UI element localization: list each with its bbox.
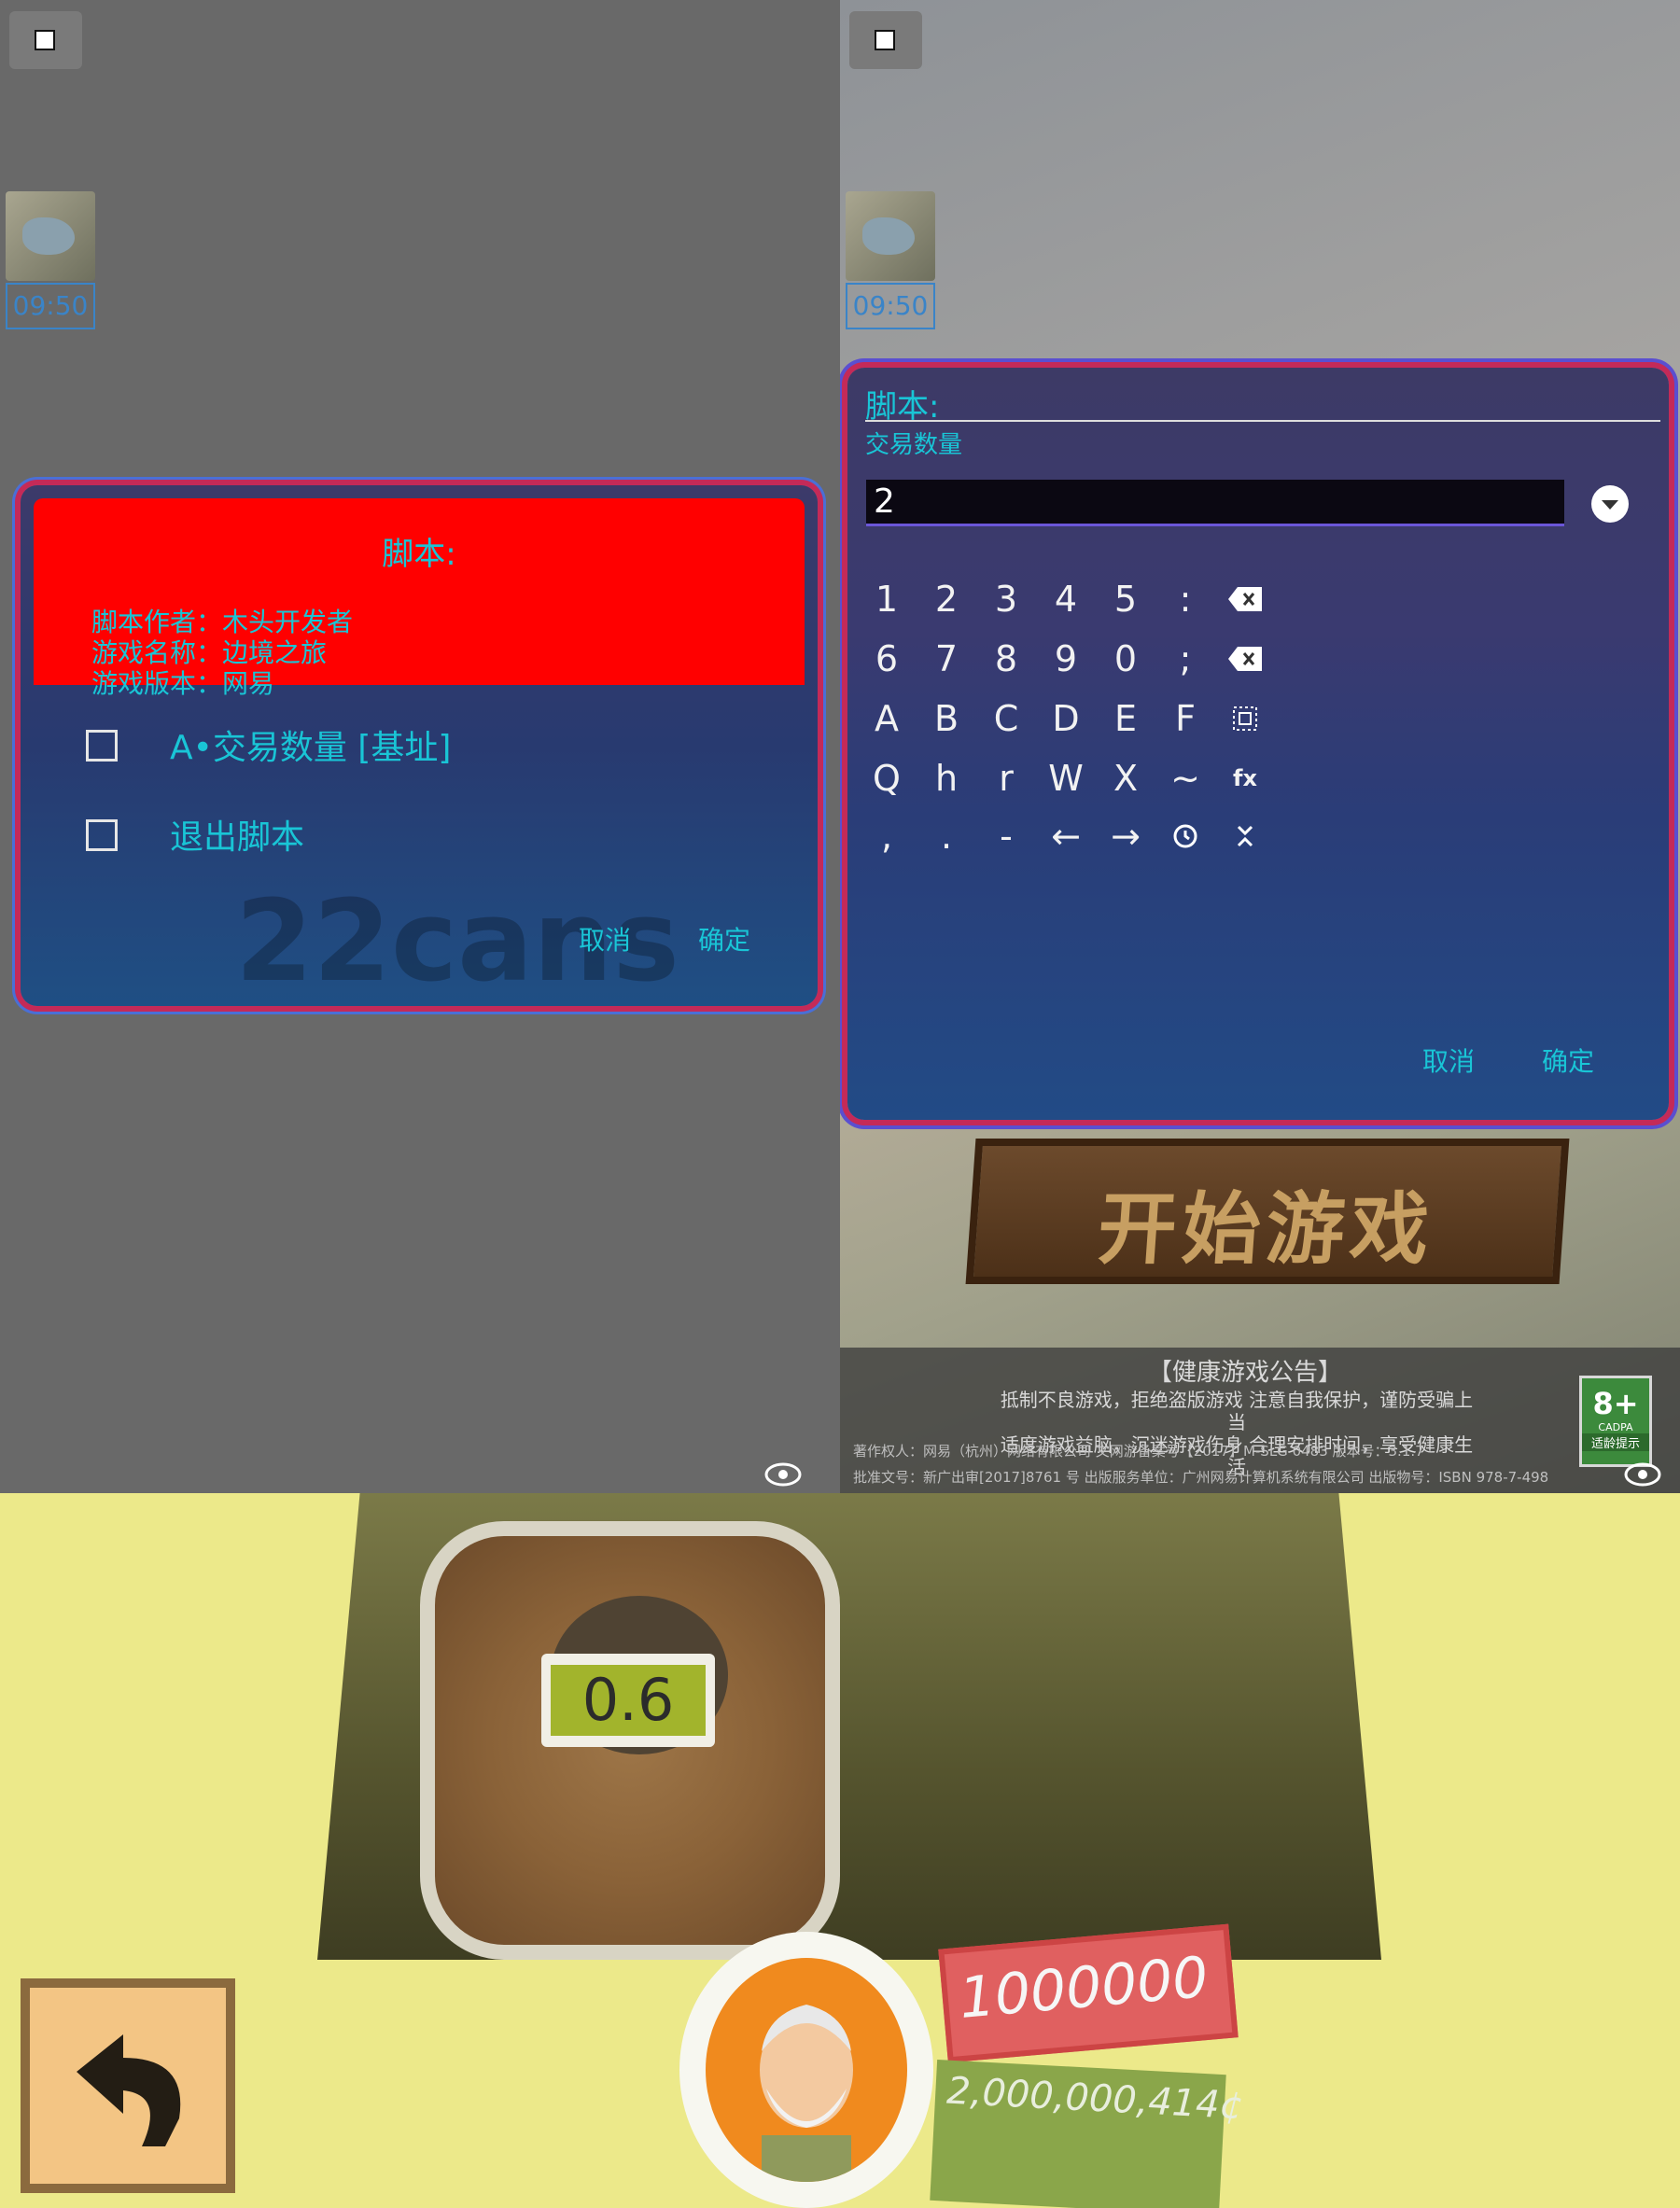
key-4[interactable]: 4 [1038,571,1094,627]
eye-icon[interactable] [764,1462,802,1487]
coin-value: 1000000 [956,1944,1211,2032]
field-label: 交易数量 [865,431,963,459]
age-caption: 适龄提示 [1582,1433,1649,1451]
key-5[interactable]: 5 [1098,571,1154,627]
price-value: 0.6 [551,1665,706,1736]
backspace-icon[interactable] [1217,571,1273,627]
key-C[interactable]: C [978,691,1034,747]
option-exit-script[interactable]: 退出脚本 [170,810,304,859]
age-rating-badge: 8+ CADPA 适龄提示 [1579,1376,1652,1467]
dialog-title: 脚本: [382,536,456,573]
dialog-header: 脚本: 脚本作者：木头开发者 游戏名称：边境之旅 游戏版本：网易 [34,498,805,699]
cancel-button[interactable]: 取消 [1422,1041,1475,1079]
key-7[interactable]: 7 [918,631,974,687]
key-X[interactable]: X [1098,750,1154,806]
key-;[interactable]: ; [1157,631,1213,687]
quantity-input[interactable] [866,480,1564,526]
gold-balance: 2,000,000,414¢ [930,2059,1244,2208]
option-trade-quantity[interactable]: A•交易数量 [基址] [170,720,451,769]
right-screen: 09:50 开始游戏 【健康游戏公告】 抵制不良游戏，拒绝盗版游戏 注意自我保护… [840,0,1680,1493]
key-.[interactable]: . [918,808,974,864]
key-D[interactable]: D [1038,691,1094,747]
notice-copyright: 著作权人：网易（杭州）网络有限公司 文网游备案号【2017】M-SLG 0483… [853,1443,1424,1460]
key-9[interactable]: 9 [1038,631,1094,687]
history-icon[interactable] [1157,808,1213,864]
age-org: CADPA [1598,1421,1633,1433]
start-game-banner[interactable]: 开始游戏 [965,1139,1570,1284]
time-label: 09:50 [6,283,95,329]
notice-title: 【健康游戏公告】 [1148,1359,1343,1387]
key-,[interactable]: , [859,808,915,864]
collapse-keyboard-icon[interactable] [1217,808,1273,864]
checkbox-trade-quantity[interactable] [86,730,118,762]
key-A[interactable]: A [859,691,915,747]
key-fx[interactable]: fx [1217,750,1273,806]
key-Q[interactable]: Q [859,750,915,806]
confirm-button[interactable]: 确定 [1542,1041,1594,1079]
script-input-dialog: 脚本: 交易数量 12345:67890;ABCDEFQhrWX~fx,.-←→… [847,368,1669,1120]
select-all-icon[interactable] [1217,691,1273,747]
key-8[interactable]: 8 [978,631,1034,687]
age-rating: 8+ [1592,1386,1639,1421]
time-label: 09:50 [846,283,935,329]
dropdown-icon[interactable] [1591,485,1629,523]
gold-value: 2,000,000,414¢ [945,2069,1245,2129]
info-game-name: 游戏名称：边境之旅 [91,637,328,668]
key-h[interactable]: h [918,750,974,806]
key-3[interactable]: 3 [978,571,1034,627]
start-game-label: 开始游戏 [1095,1183,1438,1275]
key-:[interactable]: : [1157,571,1213,627]
left-screen: 09:50 22cans 脚本: 脚本作者：木头开发者 游戏名称：边境之旅 游戏… [0,0,840,1493]
key-6[interactable]: 6 [859,631,915,687]
key-→[interactable]: → [1098,808,1154,864]
notice-body: 抵制不良游戏，拒绝盗版游戏 注意自我保护，谨防受骗上当 适度游戏益脑，沉迷游戏伤… [994,1389,1479,1478]
cancel-button[interactable]: 取消 [579,920,631,957]
key-←[interactable]: ← [1038,808,1094,864]
confirm-button[interactable]: 确定 [698,920,750,957]
key-r[interactable]: r [978,750,1034,806]
health-notice: 【健康游戏公告】 抵制不良游戏，拒绝盗版游戏 注意自我保护，谨防受骗上当 适度游… [840,1348,1680,1493]
clear-icon[interactable] [1217,631,1273,687]
notice-line-1: 抵制不良游戏，拒绝盗版游戏 注意自我保护，谨防受骗上当 [1000,1389,1474,1433]
eye-icon[interactable] [1624,1462,1661,1487]
back-arrow-icon [77,2034,181,2146]
player-avatar[interactable] [679,1932,933,2208]
key-2[interactable]: 2 [918,571,974,627]
key-1[interactable]: 1 [859,571,915,627]
key--[interactable]: - [978,808,1034,864]
key-B[interactable]: B [918,691,974,747]
price-tag: 0.6 [541,1654,715,1747]
key-W[interactable]: W [1038,750,1094,806]
app-avatar[interactable] [846,191,935,281]
stop-button[interactable] [9,11,82,69]
key-0[interactable]: 0 [1098,631,1154,687]
back-button[interactable] [21,1978,235,2193]
app-avatar[interactable] [6,191,95,281]
game-scene: 0.6 1000000 2,000,000,414¢ [0,1493,1680,2208]
key-F[interactable]: F [1157,691,1213,747]
title-divider [865,420,1660,422]
checkbox-exit-script[interactable] [86,819,118,851]
player-portrait [706,1958,907,2182]
stop-button[interactable] [849,11,922,69]
info-game-version: 游戏版本：网易 [91,668,275,699]
old-man-icon [760,2005,853,2182]
script-dialog: 22cans 脚本: 脚本作者：木头开发者 游戏名称：边境之旅 游戏版本：网易 … [21,485,818,1007]
info-author: 脚本作者：木头开发者 [91,607,354,637]
key-E[interactable]: E [1098,691,1154,747]
key-~[interactable]: ~ [1157,750,1213,806]
coin-balance: 1000000 [938,1923,1239,2063]
notice-approval: 批准文号：新广出审[2017]8761 号 出版服务单位：广州网易计算机系统有限… [853,1469,1549,1486]
